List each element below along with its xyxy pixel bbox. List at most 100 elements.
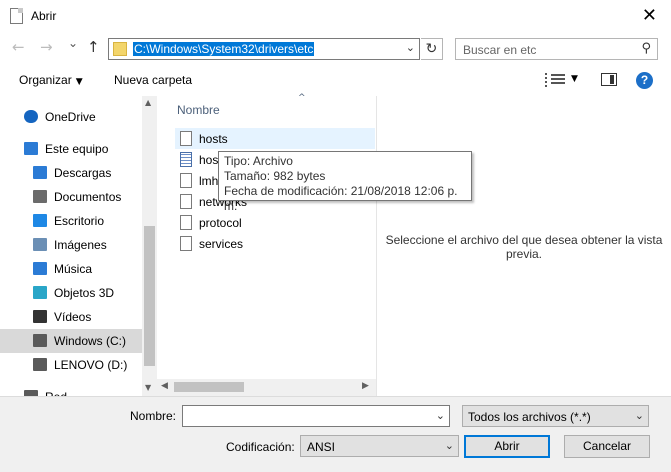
sidebar-item[interactable]: Objetos 3D bbox=[0, 281, 142, 305]
caret-down-icon: ▼ bbox=[75, 77, 83, 87]
cancel-button[interactable]: Cancelar bbox=[564, 435, 650, 458]
folder-icon bbox=[113, 42, 127, 56]
document-icon bbox=[33, 190, 47, 203]
sidebar-item-label: Escritorio bbox=[54, 214, 105, 228]
encoding-select[interactable]: ANSI ⌄ bbox=[300, 435, 459, 457]
scroll-up-icon[interactable]: ▲ bbox=[145, 98, 151, 107]
cloud-icon bbox=[24, 110, 38, 123]
open-button[interactable]: Abrir bbox=[464, 435, 550, 458]
file-icon bbox=[180, 194, 192, 209]
file-type-chevron-icon: ⌄ bbox=[634, 409, 644, 422]
encoding-chevron-icon: ⌄ bbox=[444, 439, 454, 452]
sidebar-item[interactable]: Imágenes bbox=[0, 233, 142, 257]
preview-message: Seleccione el archivo del que desea obte… bbox=[385, 233, 663, 261]
file-type-select[interactable]: Todos los archivos (*.*) ⌄ bbox=[462, 405, 649, 427]
preview-pane: Seleccione el archivo del que desea obte… bbox=[377, 96, 671, 396]
search-placeholder: Buscar en etc bbox=[463, 43, 537, 57]
forward-arrow-icon[interactable]: → bbox=[40, 38, 53, 56]
sidebar-item[interactable]: LENOVO (D:) bbox=[0, 353, 142, 377]
file-name-dropdown-chevron-icon[interactable]: ⌄ bbox=[436, 409, 445, 422]
tooltip-type: Tipo: Archivo bbox=[224, 154, 293, 168]
close-icon[interactable]: ✕ bbox=[642, 5, 657, 26]
tooltip-size: Tamaño: 982 bytes bbox=[224, 169, 326, 183]
sidebar-item[interactable]: Vídeos bbox=[0, 305, 142, 329]
sidebar-item[interactable]: Red bbox=[0, 385, 142, 396]
organize-label: Organizar bbox=[19, 73, 72, 87]
sidebar-item-label: Objetos 3D bbox=[54, 286, 115, 300]
sidebar-item[interactable]: Documentos bbox=[0, 185, 142, 209]
sidebar-item-label: Imágenes bbox=[54, 238, 107, 252]
sidebar-item[interactable]: Escritorio bbox=[0, 209, 142, 233]
file-icon bbox=[180, 131, 192, 146]
download-icon bbox=[33, 166, 47, 179]
file-icon bbox=[180, 236, 192, 251]
file-name: hosts bbox=[199, 132, 228, 146]
file-row[interactable]: services bbox=[175, 233, 375, 254]
scroll-right-icon[interactable]: ▶ bbox=[362, 381, 369, 391]
file-name: protocol bbox=[199, 216, 242, 230]
search-icon: ⚲ bbox=[641, 41, 651, 56]
notepad-icon bbox=[10, 8, 23, 24]
help-icon[interactable]: ? bbox=[636, 72, 653, 89]
sidebar-item-label: LENOVO (D:) bbox=[54, 358, 128, 372]
address-bar[interactable]: C:\Windows\System32\drivers\etc ⌄ bbox=[108, 38, 420, 60]
sidebar-item-label: Este equipo bbox=[45, 142, 109, 156]
view-caret-down-icon[interactable]: ▼ bbox=[571, 74, 578, 84]
scroll-left-icon[interactable]: ◀ bbox=[161, 381, 168, 391]
scrollbar-thumb[interactable] bbox=[144, 226, 155, 366]
sidebar-item-label: OneDrive bbox=[45, 110, 96, 124]
scroll-down-icon[interactable]: ▼ bbox=[145, 383, 151, 392]
file-name-label: Nombre: bbox=[130, 409, 177, 423]
sidebar-item-label: Vídeos bbox=[54, 310, 92, 324]
drive-icon bbox=[33, 334, 47, 347]
sort-ascending-icon: ^ bbox=[298, 93, 306, 103]
calendar-file-icon bbox=[180, 152, 192, 167]
address-path[interactable]: C:\Windows\System32\drivers\etc bbox=[133, 42, 315, 56]
hscrollbar-thumb[interactable] bbox=[174, 382, 244, 392]
file-list-hscrollbar[interactable]: ◀ ▶ bbox=[157, 379, 376, 396]
sidebar-item[interactable]: Música bbox=[0, 257, 142, 281]
video-icon bbox=[33, 310, 47, 323]
tooltip-modified: Fecha de modificación: 21/08/2018 12:06 … bbox=[224, 184, 458, 213]
encoding-value: ANSI bbox=[307, 440, 336, 454]
sidebar-item-label: Red bbox=[45, 385, 67, 396]
command-bar: Organizar ▼ Nueva carpeta ▼ ? bbox=[0, 66, 671, 96]
search-input[interactable]: Buscar en etc ⚲ bbox=[455, 38, 658, 60]
navigation-pane: OneDrive Este equipo Descargas Documentos Es… bbox=[0, 96, 157, 396]
sidebar-item[interactable]: Este equipo bbox=[0, 137, 142, 161]
back-arrow-icon[interactable]: ← bbox=[12, 38, 25, 56]
recent-locations-chevron-icon[interactable]: ⌄ bbox=[68, 36, 78, 50]
file-row[interactable]: hosts bbox=[175, 128, 375, 149]
column-header-name[interactable]: Nombre bbox=[177, 103, 220, 117]
file-tooltip: Tipo: Archivo Tamaño: 982 bytes Fecha de… bbox=[218, 151, 472, 213]
file-type-value: Todos los archivos (*.*) bbox=[468, 410, 591, 424]
new-folder-button[interactable]: Nueva carpeta bbox=[114, 73, 192, 87]
navigation-scrollbar[interactable]: ▲ ▼ bbox=[142, 96, 157, 396]
file-list: Nombre ^ hostshosts.icslmhosts.samnetwor… bbox=[157, 93, 376, 396]
sidebar-item[interactable]: Windows (C:) bbox=[0, 329, 142, 353]
file-icon bbox=[180, 173, 192, 188]
refresh-icon[interactable]: ↻ bbox=[421, 38, 443, 60]
drive-icon bbox=[33, 358, 47, 371]
file-name: services bbox=[199, 237, 244, 251]
up-arrow-icon[interactable]: ↑ bbox=[87, 38, 100, 56]
pictures-icon bbox=[33, 238, 47, 251]
file-row[interactable]: protocol bbox=[175, 212, 375, 233]
file-icon bbox=[180, 215, 192, 230]
music-icon bbox=[33, 262, 47, 275]
organize-button[interactable]: Organizar ▼ bbox=[19, 73, 83, 87]
address-dropdown-chevron-icon[interactable]: ⌄ bbox=[406, 41, 415, 54]
window-title: Abrir bbox=[31, 9, 57, 23]
computer-icon bbox=[24, 142, 38, 155]
view-options-icon[interactable] bbox=[545, 72, 565, 88]
sidebar-item[interactable]: OneDrive bbox=[0, 105, 142, 129]
preview-pane-icon[interactable] bbox=[601, 73, 617, 86]
sidebar-item-label: Música bbox=[54, 262, 93, 276]
encoding-label: Codificación: bbox=[226, 440, 295, 454]
cube-icon bbox=[33, 286, 47, 299]
sidebar-item[interactable]: Descargas bbox=[0, 161, 142, 185]
title-bar: Abrir ✕ bbox=[0, 0, 671, 32]
file-name-input[interactable]: ⌄ bbox=[182, 405, 450, 427]
address-row: ← → ⌄ ↑ C:\Windows\System32\drivers\etc … bbox=[0, 32, 671, 66]
sidebar-item-label: Descargas bbox=[54, 166, 112, 180]
